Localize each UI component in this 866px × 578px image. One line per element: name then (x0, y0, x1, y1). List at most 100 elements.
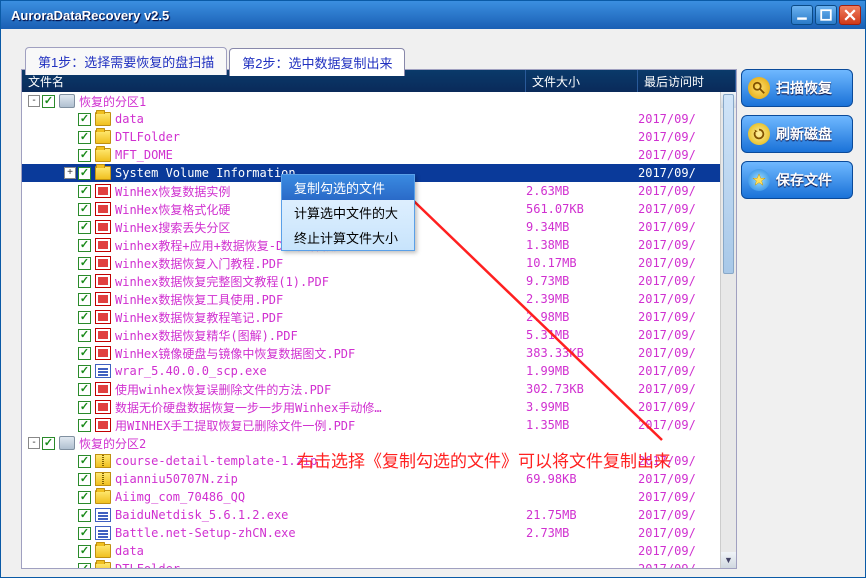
file-size: 1.38MB (526, 238, 638, 252)
vertical-scrollbar[interactable]: ▲ ▼ (720, 92, 736, 568)
side-buttons: 扫描恢复 刷新磁盘 保存文件 (741, 69, 853, 569)
exe-icon (95, 508, 111, 522)
file-name: WinHex搜索丢失分区 (115, 219, 230, 236)
folder-icon (95, 166, 111, 180)
row-checkbox[interactable] (78, 113, 91, 126)
table-row[interactable]: qianniu50707N.zip69.98KB2017/09/ (22, 470, 736, 488)
close-button[interactable] (839, 5, 861, 25)
ctx-calc-size[interactable]: 计算选中文件的大 (282, 200, 414, 225)
row-checkbox[interactable] (78, 311, 91, 324)
row-checkbox[interactable] (78, 527, 91, 540)
row-checkbox[interactable] (78, 455, 91, 468)
ctx-stop-calc[interactable]: 终止计算文件大小 (282, 225, 414, 250)
table-row[interactable]: 数据无价硬盘数据恢复一步一步用Winhex手动修…3.99MB2017/09/ (22, 398, 736, 416)
minimize-icon (796, 9, 808, 21)
table-row[interactable]: Aiimg_com_70486_QQ2017/09/ (22, 488, 736, 506)
row-checkbox[interactable] (78, 509, 91, 522)
table-row[interactable]: winhex数据恢复精华(图解).PDF5.31MB2017/09/ (22, 326, 736, 344)
tab-step2[interactable]: 第2步：选中数据复制出来 (229, 48, 405, 76)
row-checkbox[interactable] (78, 149, 91, 162)
refresh-disk-button[interactable]: 刷新磁盘 (741, 115, 853, 153)
table-row[interactable]: 用WINHEX手工提取恢复已删除文件一例.PDF1.35MB2017/09/ (22, 416, 736, 434)
panel-area: 文件名 文件大小 最后访问时 -恢复的分区1data2017/09/DTLFol… (21, 69, 853, 569)
row-checkbox[interactable] (78, 293, 91, 306)
file-name: WinHex数据恢复工具使用.PDF (115, 291, 283, 308)
row-checkbox[interactable] (78, 347, 91, 360)
tab-step1[interactable]: 第1步：选择需要恢复的盘扫描 (25, 47, 227, 75)
table-row[interactable]: DTLFolder2017/09/ (22, 128, 736, 146)
file-name: DTLFolder (115, 562, 180, 568)
annotation-text: 右击选择《复制勾选的文件》可以将文件复制出来 (297, 447, 671, 472)
row-checkbox[interactable] (78, 131, 91, 144)
row-checkbox[interactable] (78, 491, 91, 504)
row-checkbox[interactable] (78, 257, 91, 270)
scan-recover-label: 扫描恢复 (776, 78, 832, 98)
row-checkbox[interactable] (78, 365, 91, 378)
expand-toggle[interactable]: - (28, 95, 40, 107)
file-name: WinHex镜像硬盘与镜像中恢复数据图文.PDF (115, 345, 355, 362)
file-name: WinHex数据恢复教程笔记.PDF (115, 309, 283, 326)
drive-icon (59, 94, 75, 108)
row-checkbox[interactable] (42, 437, 55, 450)
scroll-down-button[interactable]: ▼ (721, 552, 736, 568)
row-checkbox[interactable] (78, 185, 91, 198)
file-size: 9.73MB (526, 274, 638, 288)
titlebar[interactable]: AuroraDataRecovery v2.5 (1, 1, 865, 29)
row-checkbox[interactable] (78, 473, 91, 486)
row-checkbox[interactable] (78, 167, 91, 180)
table-row[interactable]: winhex数据恢复完整图文教程(1).PDF9.73MB2017/09/ (22, 272, 736, 290)
file-size: 5.31MB (526, 328, 638, 342)
context-menu: 复制勾选的文件 计算选中文件的大 终止计算文件大小 (281, 174, 415, 251)
table-row[interactable]: data2017/09/ (22, 542, 736, 560)
table-row[interactable]: -恢复的分区1 (22, 92, 736, 110)
pdf-icon (95, 292, 111, 306)
table-row[interactable]: MFT_DOME2017/09/ (22, 146, 736, 164)
table-row[interactable]: winhex数据恢复入门教程.PDF10.17MB2017/09/ (22, 254, 736, 272)
save-files-button[interactable]: 保存文件 (741, 161, 853, 199)
row-checkbox[interactable] (78, 203, 91, 216)
minimize-button[interactable] (791, 5, 813, 25)
file-size: 9.34MB (526, 220, 638, 234)
row-checkbox[interactable] (78, 221, 91, 234)
row-checkbox[interactable] (78, 419, 91, 432)
file-name: qianniu50707N.zip (115, 472, 238, 486)
tree-body[interactable]: -恢复的分区1data2017/09/DTLFolder2017/09/MFT_… (22, 92, 736, 568)
row-checkbox[interactable] (78, 383, 91, 396)
row-checkbox[interactable] (78, 239, 91, 252)
magnifier-icon (748, 77, 770, 99)
scroll-thumb[interactable] (723, 94, 734, 274)
table-row[interactable]: wrar_5.40.0.0_scp.exe1.99MB2017/09/ (22, 362, 736, 380)
file-name: System Volume Information (115, 166, 296, 180)
table-row[interactable]: data2017/09/ (22, 110, 736, 128)
file-size: 21.75MB (526, 508, 638, 522)
table-row[interactable]: WinHex镜像硬盘与镜像中恢复数据图文.PDF383.33KB2017/09/ (22, 344, 736, 362)
expand-toggle[interactable]: - (28, 437, 40, 449)
row-checkbox[interactable] (78, 545, 91, 558)
row-checkbox[interactable] (42, 95, 55, 108)
expand-toggle[interactable]: + (64, 167, 76, 179)
row-checkbox[interactable] (78, 329, 91, 342)
row-checkbox[interactable] (78, 401, 91, 414)
client-area: 第1步：选择需要恢复的盘扫描 第2步：选中数据复制出来 文件名 文件大小 最后访… (1, 29, 865, 577)
row-checkbox[interactable] (78, 563, 91, 569)
exe-icon (95, 364, 111, 378)
file-size: 302.73KB (526, 382, 638, 396)
col-lastaccess[interactable]: 最后访问时 (638, 70, 736, 92)
folder-icon (95, 148, 111, 162)
table-row[interactable]: WinHex数据恢复教程笔记.PDF2.98MB2017/09/ (22, 308, 736, 326)
star-icon (748, 169, 770, 191)
col-filesize[interactable]: 文件大小 (526, 70, 638, 92)
table-row[interactable]: WinHex数据恢复工具使用.PDF2.39MB2017/09/ (22, 290, 736, 308)
scan-recover-button[interactable]: 扫描恢复 (741, 69, 853, 107)
ctx-copy-checked[interactable]: 复制勾选的文件 (282, 175, 414, 200)
table-row[interactable]: DTLFolder2017/09/ (22, 560, 736, 568)
pdf-icon (95, 274, 111, 288)
row-checkbox[interactable] (78, 275, 91, 288)
pdf-icon (95, 184, 111, 198)
table-row[interactable]: 使用winhex恢复误删除文件的方法.PDF302.73KB2017/09/ (22, 380, 736, 398)
file-size: 3.99MB (526, 400, 638, 414)
zip-icon (95, 454, 111, 468)
table-row[interactable]: BaiduNetdisk_5.6.1.2.exe21.75MB2017/09/ (22, 506, 736, 524)
maximize-button[interactable] (815, 5, 837, 25)
table-row[interactable]: Battle.net-Setup-zhCN.exe2.73MB2017/09/ (22, 524, 736, 542)
